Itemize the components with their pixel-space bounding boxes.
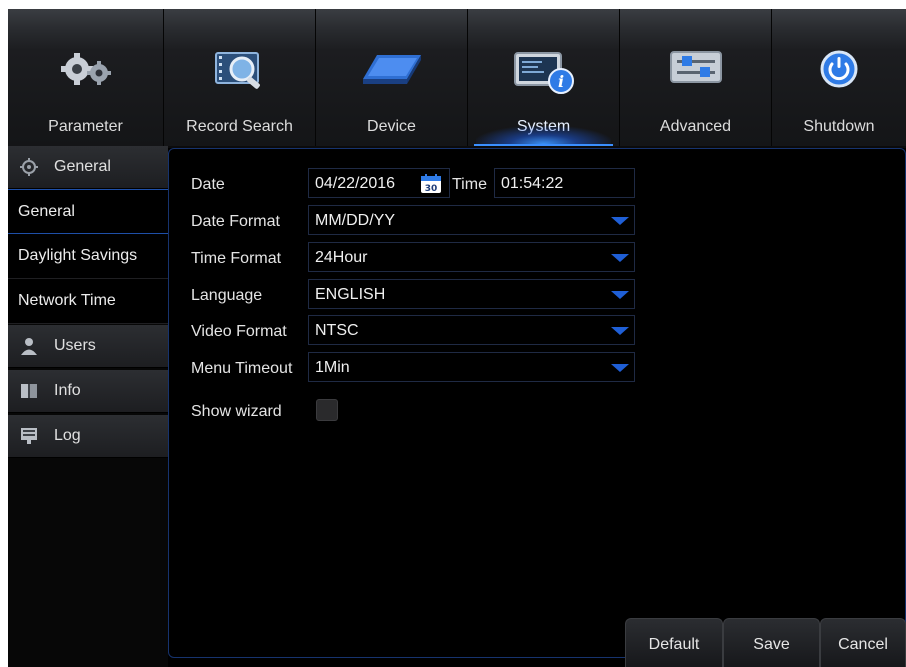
menu-timeout-value: 1Min xyxy=(315,359,350,376)
sidebar-category-log-label: Log xyxy=(54,427,81,444)
tab-advanced[interactable]: Advanced xyxy=(620,9,772,146)
sidebar-item-label: General xyxy=(18,203,75,220)
tab-parameter[interactable]: Parameter xyxy=(8,9,164,146)
language-value: ENGLISH xyxy=(315,286,386,303)
tab-record-search-label: Record Search xyxy=(186,118,293,135)
dvr-window: Parameter Record Search Device i Advance… xyxy=(8,9,906,667)
chevron-down-icon[interactable] xyxy=(606,243,634,271)
gear-icon xyxy=(20,158,38,181)
power-icon xyxy=(819,49,859,94)
sidebar-item-general[interactable]: General xyxy=(8,189,168,234)
video-format-label: Video Format xyxy=(191,323,287,340)
sidebar-category-users-label: Users xyxy=(54,337,96,354)
tab-system[interactable]: i System xyxy=(468,9,620,146)
sidebar-category-info[interactable]: Info xyxy=(8,370,168,413)
cancel-button[interactable]: Cancel xyxy=(820,618,906,667)
time-field[interactable]: 01:54:22 xyxy=(494,168,635,198)
show-wizard-label: Show wizard xyxy=(191,403,282,420)
time-format-select[interactable]: 24Hour xyxy=(308,242,635,272)
menu-timeout-select[interactable]: 1Min xyxy=(308,352,635,382)
info-book-icon xyxy=(20,382,38,405)
sidebar-category-users[interactable]: Users xyxy=(8,325,168,368)
hard-drive-icon xyxy=(361,49,423,92)
sidebar-item-daylight-savings[interactable]: Daylight Savings xyxy=(8,234,168,279)
date-format-label: Date Format xyxy=(191,213,280,230)
save-button[interactable]: Save xyxy=(723,618,820,667)
time-format-label: Time Format xyxy=(191,250,282,267)
date-value: 04/22/2016 xyxy=(315,175,396,192)
active-tab-underline xyxy=(474,144,613,146)
date-format-select[interactable]: MM/DD/YY xyxy=(308,205,635,235)
sidebar-item-label: Daylight Savings xyxy=(18,247,138,264)
video-format-value: NTSC xyxy=(315,322,359,339)
sidebar-category-log[interactable]: Log xyxy=(8,415,168,458)
top-navigation: Parameter Record Search Device i Advance… xyxy=(8,9,906,148)
sidebar-category-general[interactable]: General xyxy=(8,146,168,189)
sliders-icon xyxy=(668,49,724,90)
time-label: Time xyxy=(452,176,487,193)
gears-icon xyxy=(55,49,117,94)
cancel-button-label: Cancel xyxy=(838,636,888,653)
sidebar-category-info-label: Info xyxy=(54,382,81,399)
chevron-down-icon[interactable] xyxy=(606,280,634,308)
svg-text:i: i xyxy=(557,72,563,91)
date-format-value: MM/DD/YY xyxy=(315,212,395,229)
tab-parameter-label: Parameter xyxy=(48,118,123,135)
date-label: Date xyxy=(191,176,225,193)
language-label: Language xyxy=(191,287,263,304)
menu-timeout-label: Menu Timeout xyxy=(191,360,293,377)
chevron-down-icon[interactable] xyxy=(606,353,634,381)
tab-device-label: Device xyxy=(367,118,416,135)
time-format-value: 24Hour xyxy=(315,249,368,266)
tab-record-search[interactable]: Record Search xyxy=(164,9,316,146)
save-button-label: Save xyxy=(753,636,790,653)
user-icon xyxy=(20,337,38,360)
log-icon xyxy=(20,427,38,450)
date-field[interactable]: 04/22/2016 30 xyxy=(308,168,450,198)
monitor-info-icon: i xyxy=(511,49,577,100)
default-button[interactable]: Default xyxy=(625,618,723,667)
sidebar-category-general-label: General xyxy=(54,158,111,175)
tab-advanced-label: Advanced xyxy=(659,118,732,135)
chevron-down-icon[interactable] xyxy=(606,316,634,344)
show-wizard-checkbox[interactable] xyxy=(316,399,338,421)
chevron-down-icon[interactable] xyxy=(606,206,634,234)
video-format-select[interactable]: NTSC xyxy=(308,315,635,345)
default-button-label: Default xyxy=(648,636,700,653)
tab-shutdown-label: Shutdown xyxy=(803,118,875,135)
sidebar-item-label: Network Time xyxy=(18,292,116,309)
sidebar: General General Daylight Savings Network… xyxy=(8,146,168,667)
active-tab-glow xyxy=(476,126,611,144)
calendar-icon[interactable]: 30 xyxy=(421,174,441,198)
film-search-icon xyxy=(210,49,270,96)
tab-shutdown[interactable]: Shutdown xyxy=(772,9,906,146)
time-value: 01:54:22 xyxy=(501,175,564,192)
settings-panel: Date 04/22/2016 30 Time 01:54:22 Date Fo… xyxy=(168,148,906,658)
tab-device[interactable]: Device xyxy=(316,9,468,146)
calendar-day: 30 xyxy=(425,184,438,193)
sidebar-item-network-time[interactable]: Network Time xyxy=(8,279,168,324)
language-select[interactable]: ENGLISH xyxy=(308,279,635,309)
